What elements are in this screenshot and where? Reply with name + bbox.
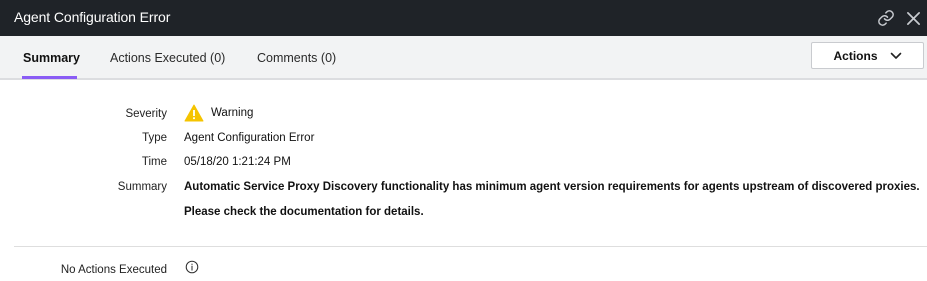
tab-bar: Summary Actions Executed (0) Comments (0…: [0, 36, 927, 80]
time-label: Time: [141, 156, 167, 168]
severity-value: Warning: [211, 107, 254, 119]
close-icon[interactable]: [903, 8, 923, 28]
summary-text-line1: Automatic Service Proxy Discovery functi…: [184, 181, 920, 193]
summary-text-line2: Please check the documentation for detai…: [184, 206, 424, 218]
actions-button-label: Actions: [833, 48, 878, 63]
title-bar: Agent Configuration Error: [0, 0, 927, 36]
link-icon[interactable]: [876, 8, 896, 28]
window-title: Agent Configuration Error: [14, 9, 171, 25]
divider: [14, 246, 927, 247]
chevron-down-icon: [890, 52, 901, 59]
no-actions-label: No Actions Executed: [60, 264, 167, 276]
summary-label: Summary: [117, 181, 167, 193]
warning-icon: [184, 104, 204, 122]
severity-value-group: Warning: [184, 104, 253, 122]
active-tab-indicator: [22, 76, 77, 79]
time-value: 05/18/20 1:21:24 PM: [184, 156, 291, 168]
type-value: Agent Configuration Error: [184, 132, 315, 144]
info-icon[interactable]: [185, 260, 199, 274]
severity-label: Severity: [125, 108, 167, 120]
tab-summary[interactable]: Summary: [23, 51, 80, 65]
actions-dropdown-button[interactable]: Actions: [811, 42, 924, 69]
type-label: Type: [142, 132, 167, 144]
tab-actions-executed[interactable]: Actions Executed (0): [110, 51, 225, 65]
tab-comments[interactable]: Comments (0): [257, 51, 336, 65]
